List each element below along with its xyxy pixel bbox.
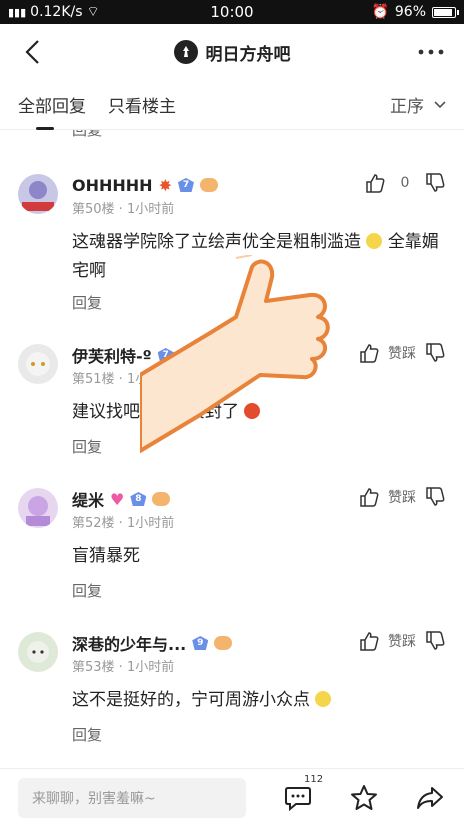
reply-button[interactable]: 回复 (72, 724, 102, 745)
post-content-tail: 楼封了 (188, 402, 239, 422)
wifi-icon: ⌔ (86, 4, 100, 20)
bottom-action-bar: 来聊聊，别害羞嘛~ 112 (0, 768, 464, 826)
star-icon[interactable] (348, 782, 380, 814)
fan-badge-icon (199, 178, 218, 192)
post-content: 这不是挺好的，宁可周游小众点 (72, 686, 452, 715)
fan-badge-icon (214, 636, 233, 650)
angry-emoji-icon (244, 403, 261, 419)
status-bar: ▮▮▮ 0.12K/s ⌔ 10:00 ⏰ 96% (0, 0, 464, 24)
post-content-text: 这不是挺好的，宁可周游小众点 (72, 690, 310, 710)
status-right: ⏰ 96% (286, 4, 459, 20)
vote-label: 赞踩 (388, 346, 416, 362)
forum-title[interactable]: 明日方舟吧 (173, 40, 291, 65)
status-left: ▮▮▮ 0.12K/s ⌔ (8, 3, 178, 21)
floor-time: 第50楼 · 1小时前 (72, 202, 175, 217)
reply-button[interactable]: 回复 (72, 436, 102, 457)
floor-time: 第51楼 · 1小时前 (72, 372, 175, 387)
back-arrow-icon[interactable] (18, 37, 48, 67)
level-badge: 7 (177, 178, 194, 192)
thumb-up-icon[interactable] (358, 342, 380, 364)
vote-actions: 赞踩 (358, 342, 446, 364)
share-icon[interactable] (414, 782, 446, 814)
comment-icon[interactable]: 112 (282, 774, 323, 814)
sort-label: 正序 (390, 97, 424, 117)
level-badge: 9 (192, 636, 209, 650)
username-row: 缇米 ♥ 8 (72, 487, 171, 511)
sort-dropdown[interactable]: 正序 (390, 92, 446, 117)
tab-all-replies[interactable]: 全部回复 (18, 80, 86, 130)
thumb-down-icon[interactable] (424, 630, 446, 652)
username-row: 深巷的少年与... 9 (72, 631, 233, 655)
forum-name: 明日方舟吧 (205, 44, 291, 65)
tab-op-only[interactable]: 只看楼主 (108, 80, 176, 130)
thumb-up-icon[interactable] (364, 172, 386, 194)
username[interactable]: 伊芙利特-º (72, 343, 152, 367)
thumb-down-icon[interactable] (424, 172, 446, 194)
floor-time: 第53楼 · 1小时前 (72, 660, 175, 675)
app-header: 明日方舟吧 (0, 24, 464, 80)
previous-reply-button[interactable]: 回复 (0, 130, 102, 144)
avatar[interactable] (18, 174, 58, 214)
post-content: 盲猜暴死 (72, 546, 140, 566)
comment-count: 112 (304, 773, 324, 785)
reply-feed[interactable]: 回复 OHHHHH ✸ 7 第50楼 · 1小时前 0 这魂器学院除了立绘声优全… (0, 130, 464, 768)
explosion-emoji-icon: ✸ (158, 175, 172, 195)
username-row: 伊芙利特-º 7 (72, 344, 174, 366)
username[interactable]: 缇米 (72, 487, 104, 511)
avatar[interactable] (18, 344, 58, 384)
network-speed: 0.12K/s (30, 4, 83, 20)
post-content-text: 建议找吧 (72, 402, 140, 422)
chevron-down-icon (434, 100, 446, 108)
reply-tabs: 全部回复 只看楼主 正序 (0, 80, 464, 130)
reply-button[interactable]: 回复 (72, 580, 102, 601)
like-count: 0 (400, 175, 410, 191)
battery-icon (432, 6, 459, 18)
username[interactable]: OHHHHH (72, 176, 153, 195)
username[interactable]: 深巷的少年与... (72, 631, 186, 655)
reply-button[interactable]: 回复 (72, 292, 102, 313)
level-badge: 7 (157, 348, 174, 362)
fan-badge-icon (152, 492, 171, 506)
username-row: OHHHHH ✸ 7 (72, 174, 218, 196)
vote-label: 赞踩 (388, 490, 416, 506)
battery-percent: 96% (394, 4, 426, 20)
avatar[interactable] (18, 488, 58, 528)
post-content: 这魂器学院除了立绘声优全是粗制滥造 全靠媚宅啊 (72, 228, 452, 286)
forum-avatar (173, 40, 198, 64)
vote-label: 赞踩 (388, 634, 416, 650)
thumb-up-icon[interactable] (358, 486, 380, 508)
laugh-emoji-icon (366, 233, 383, 249)
signal-icon: ▮▮▮ (8, 5, 27, 19)
thumb-down-icon[interactable] (424, 486, 446, 508)
level-badge: 8 (130, 492, 147, 506)
post-content-text: 这魂器学院除了立绘声优全是粗制滥造 (72, 232, 361, 252)
vote-actions: 0 (364, 172, 446, 194)
thumb-down-icon[interactable] (424, 342, 446, 364)
status-time: 10:00 (210, 3, 254, 21)
avatar[interactable] (18, 632, 58, 672)
post-content: 建议找吧 楼封了 (72, 398, 452, 427)
comment-input[interactable]: 来聊聊，别害羞嘛~ (18, 777, 246, 818)
more-dots-icon[interactable] (416, 37, 446, 67)
thumb-up-icon[interactable] (358, 630, 380, 652)
vote-actions: 赞踩 (358, 630, 446, 652)
heart-emoji-icon: ♥ (110, 489, 125, 509)
vote-actions: 赞踩 (358, 486, 446, 508)
floor-time: 第52楼 · 1小时前 (72, 516, 175, 531)
alarm-icon: ⏰ (371, 4, 389, 20)
smile-emoji-icon (315, 691, 332, 707)
